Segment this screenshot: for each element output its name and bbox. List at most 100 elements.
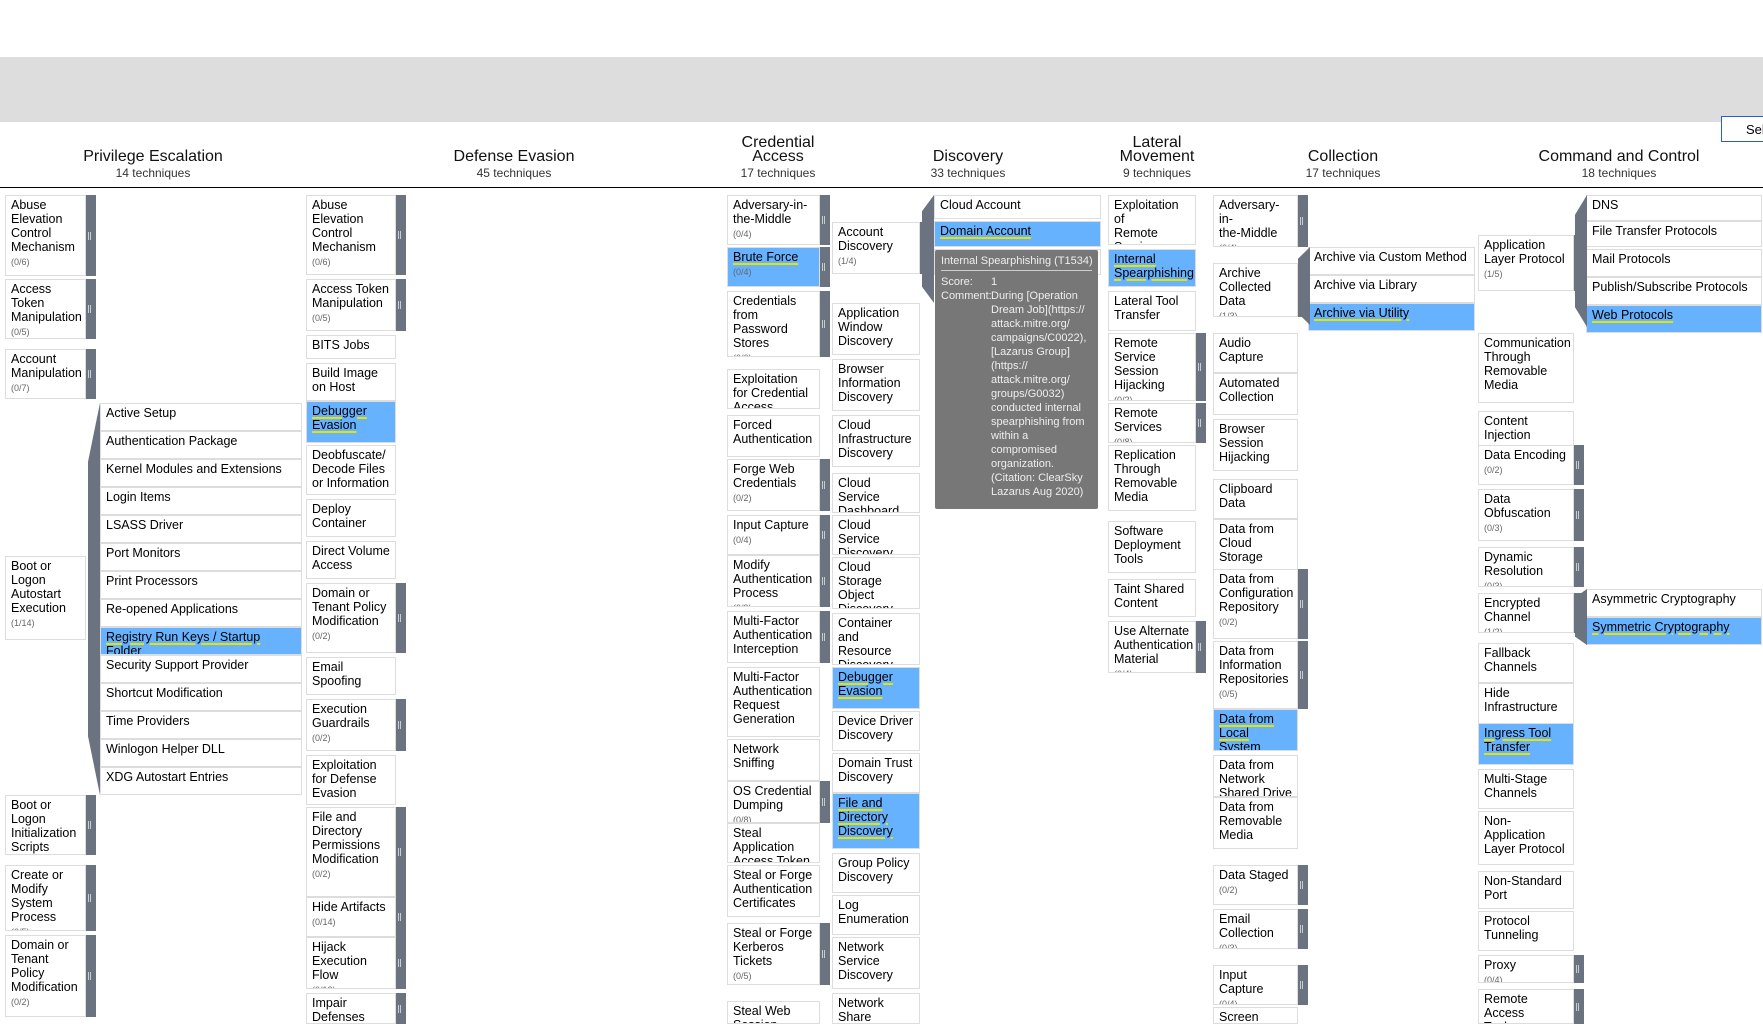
subtechnique-toggle[interactable] [396, 897, 406, 937]
tactic-collection[interactable]: Collection 17 techniques [1212, 122, 1474, 188]
subtechnique-toggle[interactable] [1298, 909, 1308, 949]
subtechnique-toggle[interactable] [820, 611, 830, 663]
subtechnique-toggle[interactable] [1298, 865, 1308, 905]
technique-exploitation-of-remote-services[interactable]: Exploitation of Remote Services [1108, 195, 1196, 245]
technique-data-from-local-system[interactable]: Data from Local System [1213, 709, 1298, 751]
subtechnique-toggle[interactable] [1574, 489, 1584, 541]
technique-create-or-modify-system-process[interactable]: Create or Modify System Process (0/5) [5, 865, 86, 931]
technique-ingress-tool-transfer[interactable]: Ingress Tool Transfer [1478, 723, 1574, 765]
technique-application-layer-protocol[interactable]: Application Layer Protocol (1/5) [1478, 235, 1574, 291]
technique-direct-volume-access[interactable]: Direct Volume Access [306, 541, 396, 579]
technique-data-obfuscation[interactable]: Data Obfuscation (0/3) [1478, 489, 1574, 541]
subtechnique-toggle[interactable] [1574, 989, 1584, 1024]
technique-re-opened-applications[interactable]: Re-opened Applications [100, 599, 302, 627]
subtechnique-toggle[interactable] [1298, 195, 1308, 247]
technique-non-standard-port[interactable]: Non-Standard Port [1478, 871, 1574, 909]
subtechnique-toggle[interactable] [820, 515, 830, 555]
technique-communication-through-removable-media[interactable]: Communication Through Removable Media [1478, 333, 1574, 403]
subtechnique-toggle[interactable] [820, 195, 830, 245]
technique-fallback-channels[interactable]: Fallback Channels [1478, 643, 1574, 683]
tactic-discovery[interactable]: Discovery 33 techniques [834, 122, 1102, 188]
subtechnique-toggle[interactable] [1574, 445, 1584, 485]
technique-forge-web-credentials[interactable]: Forge Web Credentials (0/2) [727, 459, 820, 511]
technique-cloud-storage-object-discovery[interactable]: Cloud Storage Object Discovery [832, 557, 920, 609]
technique-replication-through-removable-media[interactable]: Replication Through Removable Media [1108, 445, 1196, 511]
technique-cloud-account[interactable]: Cloud Account [934, 195, 1101, 219]
technique-email-spoofing[interactable]: Email Spoofing [306, 657, 396, 695]
technique-file-and-directory-discovery[interactable]: File and Directory Discovery [832, 793, 920, 849]
technique-registry-run-keys-startup-folder[interactable]: Registry Run Keys / Startup Folder [100, 627, 302, 655]
technique-active-setup[interactable]: Active Setup [100, 403, 302, 431]
technique-proxy[interactable]: Proxy (0/4) [1478, 955, 1574, 983]
subtechnique-toggle[interactable] [820, 291, 830, 357]
technique-network-sniffing[interactable]: Network Sniffing [727, 739, 820, 781]
technique-steal-or-forge-kerberos-tickets[interactable]: Steal or Forge Kerberos Tickets (0/5) [727, 923, 820, 985]
technique-audio-capture[interactable]: Audio Capture [1213, 333, 1298, 373]
technique-account-discovery[interactable]: Account Discovery (1/4) [832, 222, 920, 274]
technique-domain-or-tenant-policy-modification[interactable]: Domain or Tenant Policy Modification (0/2… [306, 583, 396, 653]
subtechnique-toggle[interactable] [1196, 621, 1206, 673]
technique-data-from-removable-media[interactable]: Data from Removable Media [1213, 797, 1298, 849]
subtechnique-toggle[interactable] [396, 937, 406, 989]
technique-network-share[interactable]: Network Share [832, 993, 920, 1024]
technique-impair-defenses[interactable]: Impair Defenses [306, 993, 396, 1024]
technique-access-token-manipulation[interactable]: Access Token Manipulation (0/5) [306, 279, 396, 331]
tactic-credential-access[interactable]: Credential Access 17 techniques [722, 122, 834, 188]
subtechnique-toggle[interactable] [396, 699, 406, 751]
technique-abuse-elevation-control-mechanism[interactable]: Abuse Elevation Control Mechanism (0/6) [306, 195, 396, 275]
technique-application-window-discovery[interactable]: Application Window Discovery [832, 303, 920, 355]
technique-taint-shared-content[interactable]: Taint Shared Content [1108, 579, 1196, 617]
technique-symmetric-cryptography[interactable]: Symmetric Cryptography [1586, 617, 1762, 645]
technique-adversary-in-the-middle[interactable]: Adversary-in- the-Middle (0/4) [1213, 195, 1298, 247]
technique-network-service-discovery[interactable]: Network Service Discovery [832, 937, 920, 989]
technique-device-driver-discovery[interactable]: Device Driver Discovery [832, 711, 920, 751]
technique-publish-subscribe-protocols[interactable]: Publish/Subscribe Protocols [1586, 277, 1762, 305]
technique-file-and-directory-permissions-modification[interactable]: File and Directory Permissions Modificat… [306, 807, 396, 897]
technique-multi-factor-authentication-interception[interactable]: Multi-Factor Authentication Interception [727, 611, 820, 663]
subtechnique-toggle[interactable] [396, 279, 406, 331]
technique-cloud-infrastructure-discovery[interactable]: Cloud Infrastructure Discovery [832, 415, 920, 467]
technique-log-enumeration[interactable]: Log Enumeration [832, 895, 920, 935]
subtechnique-toggle[interactable] [396, 993, 406, 1024]
technique-asymmetric-cryptography[interactable]: Asymmetric Cryptography [1586, 589, 1762, 617]
technique-input-capture[interactable]: Input Capture (0/4) [727, 515, 820, 555]
technique-security-support-provider[interactable]: Security Support Provider [100, 655, 302, 683]
technique-boot-or-logon-autostart-execution[interactable]: Boot or Logon Autostart Execution (1/14) [5, 556, 86, 640]
technique-browser-information-discovery[interactable]: Browser Information Discovery [832, 359, 920, 411]
technique-shortcut-modification[interactable]: Shortcut Modification [100, 683, 302, 711]
technique-internal-spearphishing[interactable]: Internal Spearphishing [1108, 249, 1196, 287]
subtechnique-toggle[interactable] [86, 795, 96, 855]
tactic-lateral-movement[interactable]: Lateral Movement 9 techniques [1102, 122, 1212, 188]
technique-encrypted-channel[interactable]: Encrypted Channel (1/2) [1478, 593, 1574, 633]
technique-steal-web-session[interactable]: Steal Web Session [727, 1001, 820, 1024]
subtechnique-toggle[interactable] [820, 923, 830, 985]
subtechnique-toggle[interactable] [86, 195, 96, 276]
technique-debugger-evasion[interactable]: Debugger Evasion [832, 667, 920, 709]
technique-build-image-on-host[interactable]: Build Image on Host [306, 363, 396, 401]
technique-data-from-network-shared-drive[interactable]: Data from Network Shared Drive [1213, 755, 1298, 797]
subtechnique-toggle[interactable] [1298, 965, 1308, 1005]
technique-deobfuscate-decode-files-or-information[interactable]: Deobfuscate/ Decode Files or Information [306, 445, 396, 495]
technique-brute-force[interactable]: Brute Force (0/4) [727, 247, 820, 287]
technique-data-encoding[interactable]: Data Encoding (0/2) [1478, 445, 1574, 485]
technique-archive-via-library[interactable]: Archive via Library [1308, 275, 1475, 303]
technique-os-credential-dumping[interactable]: OS Credential Dumping (0/8) [727, 781, 820, 823]
technique-automated-collection[interactable]: Automated Collection [1213, 373, 1298, 415]
technique-container-and-resource-discovery[interactable]: Container and Resource Discovery [832, 613, 920, 665]
technique-multi-stage-channels[interactable]: Multi-Stage Channels [1478, 769, 1574, 809]
technique-print-processors[interactable]: Print Processors [100, 571, 302, 599]
technique-hide-infrastructure[interactable]: Hide Infrastructure [1478, 683, 1574, 725]
technique-archive-via-custom-method[interactable]: Archive via Custom Method [1308, 247, 1475, 275]
technique-boot-or-logon-initialization-scripts[interactable]: Boot or Logon Initialization Scripts(0/5… [5, 795, 86, 855]
subtechnique-toggle[interactable] [396, 583, 406, 653]
technique-domain-trust-discovery[interactable]: Domain Trust Discovery [832, 753, 920, 793]
technique-steal-application-access-token[interactable]: Steal Application Access Token [727, 823, 820, 863]
technique-data-from-information-repositories[interactable]: Data from Information Repositories (0/5) [1213, 641, 1298, 709]
technique-remote-service-session-hijacking[interactable]: Remote Service Session Hijacking (0/2) [1108, 333, 1196, 401]
technique-web-protocols[interactable]: Web Protocols [1586, 305, 1762, 333]
technique-dynamic-resolution[interactable]: Dynamic Resolution (0/3) [1478, 547, 1574, 587]
subtechnique-toggle[interactable] [1298, 569, 1308, 639]
technique-data-from-cloud-storage[interactable]: Data from Cloud Storage [1213, 519, 1298, 571]
technique-lateral-tool-transfer[interactable]: Lateral Tool Transfer [1108, 291, 1196, 331]
technique-use-alternate-authentication-material[interactable]: Use Alternate Authentication Material (0/… [1108, 621, 1196, 673]
